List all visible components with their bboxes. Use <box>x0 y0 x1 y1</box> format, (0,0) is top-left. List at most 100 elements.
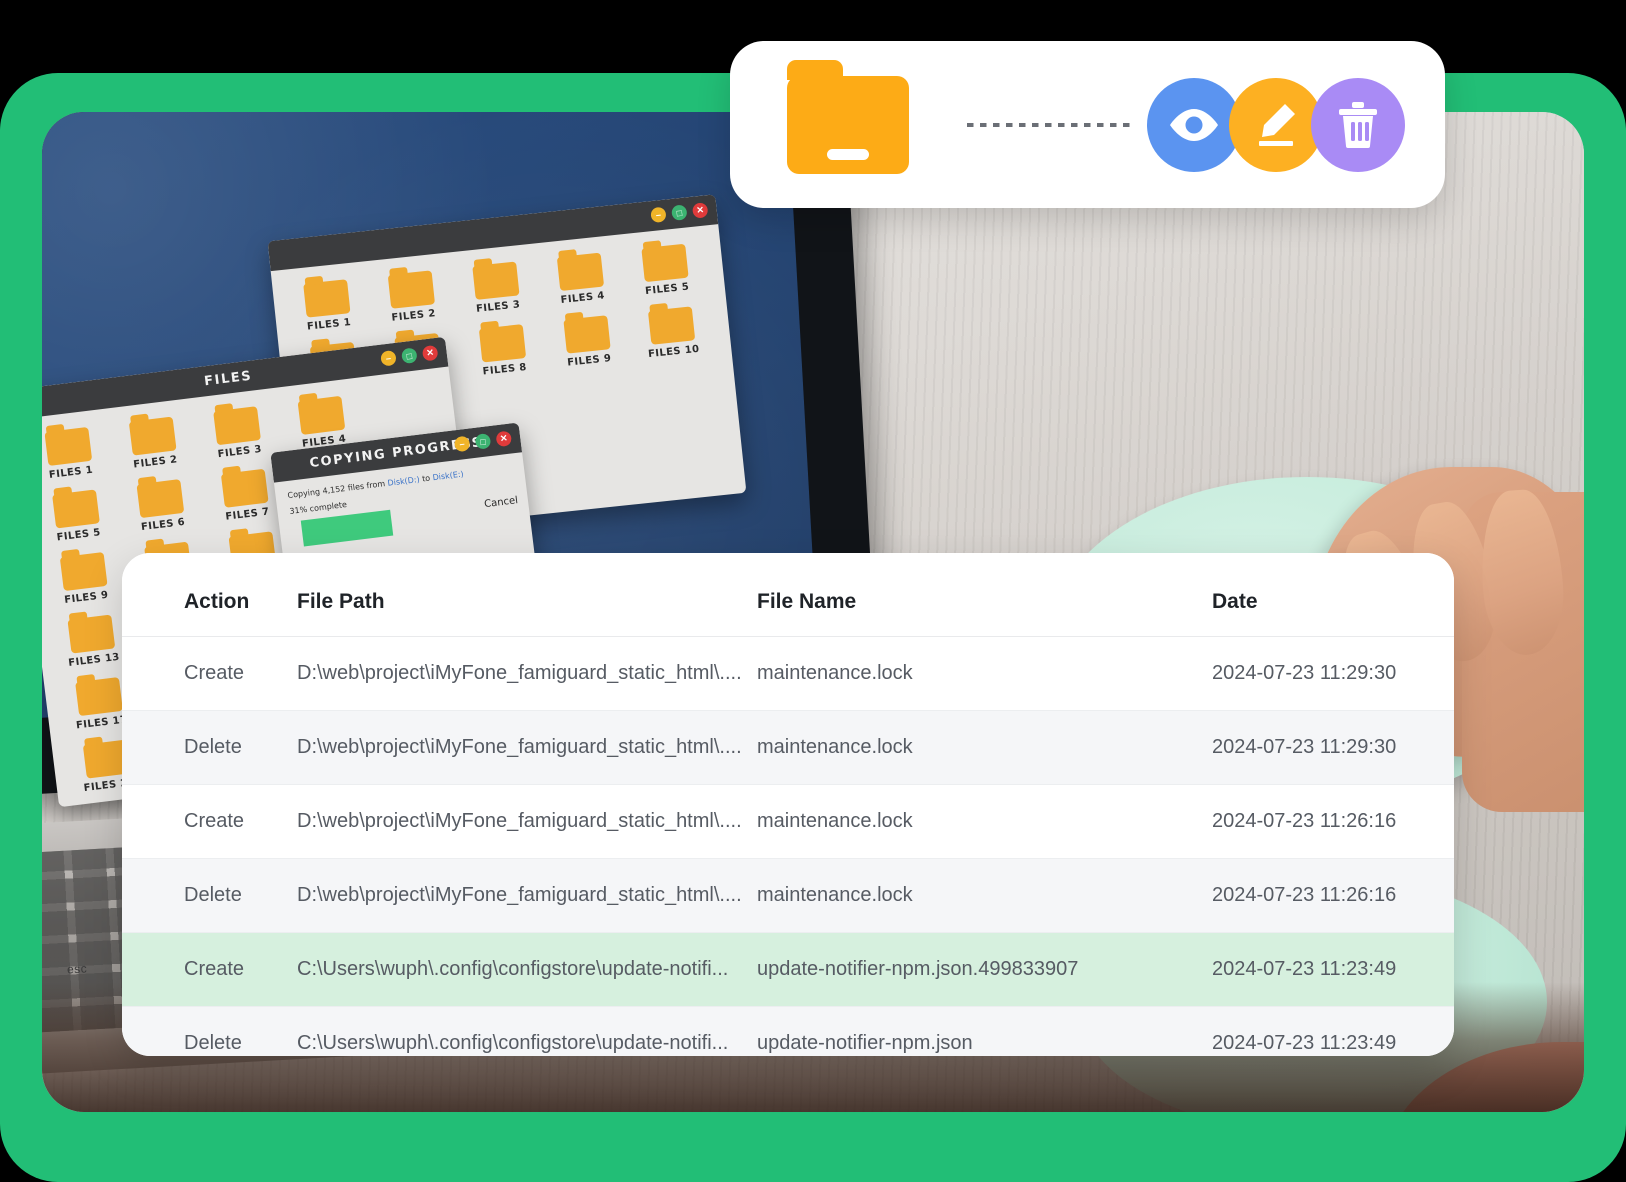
table-row[interactable]: Delete D:\web\project\iMyFone_famiguard_… <box>122 710 1454 785</box>
cell-action: Create <box>122 636 297 711</box>
folder-icon <box>297 395 345 435</box>
folder-label: FILES 8 <box>482 361 528 378</box>
source-disk-link[interactable]: Disk(D:) <box>387 475 420 488</box>
table-row[interactable]: Delete D:\web\project\iMyFone_famiguard_… <box>122 858 1454 933</box>
folder-icon <box>647 306 695 345</box>
folder-item[interactable]: FILES 1 <box>42 424 114 483</box>
close-button[interactable]: ✕ <box>691 202 709 219</box>
activity-log-card: Action File Path File Name Date Create D… <box>122 553 1454 1056</box>
cell-date: 2024-07-23 11:29:30 <box>1212 636 1454 711</box>
folder-item[interactable]: FILES 2 <box>108 414 198 473</box>
folder-label: FILES 9 <box>566 353 612 369</box>
table-head: Action File Path File Name Date <box>122 553 1454 637</box>
folder-item[interactable]: FILES 9 <box>542 313 632 371</box>
folder-item[interactable]: FILES 1 <box>282 277 372 335</box>
screenshot-stage: − □ ✕ FILES 1 FILES 2 FILES 3 FILES 4 FI… <box>0 0 1626 1182</box>
cell-date: 2024-07-23 11:26:16 <box>1212 858 1454 933</box>
folder-icon <box>556 252 604 292</box>
folder-item[interactable]: FILES 4 <box>536 251 626 309</box>
cell-file-path: C:\Users\wuph\.config\configstore\update… <box>297 932 757 1007</box>
folder-label: FILES 2 <box>391 308 437 324</box>
cell-date: 2024-07-23 11:29:30 <box>1212 710 1454 785</box>
maximize-button[interactable]: □ <box>400 347 418 365</box>
minimize-button[interactable]: − <box>650 206 667 224</box>
cell-date: 2024-07-23 11:23:49 <box>1212 932 1454 1007</box>
folder-label: FILES 7 <box>224 506 271 523</box>
folder-icon <box>135 479 184 519</box>
close-button[interactable]: ✕ <box>495 430 513 448</box>
folder-label: FILES 1 <box>48 464 94 481</box>
pencil-icon <box>1259 103 1295 146</box>
folder-icon <box>74 677 123 717</box>
cell-date: 2024-07-23 11:23:49 <box>1212 1006 1454 1056</box>
folder-item[interactable]: FILES 3 <box>192 404 282 463</box>
table-header-row: Action File Path File Name Date <box>122 553 1454 637</box>
maximize-button[interactable]: □ <box>474 433 492 450</box>
folder-item[interactable]: FILES 5 <box>620 242 710 300</box>
cell-file-path: D:\web\project\iMyFone_famiguard_static_… <box>297 784 757 859</box>
column-header-date[interactable]: Date <box>1212 553 1454 637</box>
folder-item[interactable]: FILES 3 <box>451 259 541 317</box>
cell-file-name: update-notifier-npm.json <box>757 1006 1212 1056</box>
folder-label: FILES 3 <box>217 443 263 461</box>
folder-icon <box>128 416 177 456</box>
cell-file-path: C:\Users\wuph\.config\configstore\update… <box>297 1006 757 1056</box>
cell-action: Create <box>122 932 297 1007</box>
folder-icon <box>562 315 611 354</box>
folder-icon <box>66 614 115 654</box>
column-header-action[interactable]: Action <box>122 553 297 637</box>
folder-label: FILES 5 <box>56 527 102 544</box>
folder-item[interactable]: FILES 5 <box>42 487 122 546</box>
table-row[interactable]: Create D:\web\project\iMyFone_famiguard_… <box>122 784 1454 859</box>
cell-file-path: D:\web\project\iMyFone_famiguard_static_… <box>297 636 757 711</box>
table-row[interactable]: Create D:\web\project\iMyFone_famiguard_… <box>122 636 1454 711</box>
folder-item[interactable]: FILES 10 <box>627 304 717 362</box>
activity-log-table: Action File Path File Name Date Create D… <box>122 553 1454 1056</box>
column-header-file-name[interactable]: File Name <box>757 553 1212 637</box>
close-button[interactable]: ✕ <box>421 344 439 362</box>
minimize-button[interactable]: − <box>380 349 397 367</box>
copy-message-mid: to <box>419 473 434 484</box>
folder-label: FILES 4 <box>560 290 606 306</box>
folder-icon <box>640 243 689 283</box>
window-controls[interactable]: − □ ✕ <box>380 344 439 367</box>
cell-file-path: D:\web\project\iMyFone_famiguard_static_… <box>297 858 757 933</box>
folder-item[interactable]: FILES 8 <box>458 322 548 380</box>
cell-file-name: update-notifier-npm.json.499833907 <box>757 932 1212 1007</box>
cell-file-name: maintenance.lock <box>757 858 1212 933</box>
minimize-button[interactable]: − <box>453 435 471 453</box>
folder-label: FILES 5 <box>644 281 690 298</box>
edit-button[interactable] <box>1229 77 1323 172</box>
folder-item[interactable]: FILES 2 <box>367 268 457 326</box>
folder-icon <box>302 279 351 318</box>
folder-item[interactable]: FILES 6 <box>116 477 206 536</box>
folder-label: FILES 1 <box>306 317 352 333</box>
action-button-group <box>1147 77 1405 172</box>
cell-date: 2024-07-23 11:26:16 <box>1212 784 1454 859</box>
cell-action: Create <box>122 784 297 859</box>
dashed-connector <box>967 122 1133 127</box>
folder-label: FILES 3 <box>475 299 521 315</box>
cell-file-name: maintenance.lock <box>757 636 1212 711</box>
folder-icon <box>59 552 108 592</box>
destination-disk-link[interactable]: Disk(E:) <box>432 470 464 483</box>
folder-icon <box>787 59 909 174</box>
progress-bar-fill <box>300 509 394 547</box>
folder-label: FILES 10 <box>647 343 701 361</box>
table-row[interactable]: Delete C:\Users\wuph\.config\configstore… <box>122 1006 1454 1056</box>
window-title: FILES <box>203 368 254 389</box>
file-action-toolbar <box>730 41 1445 208</box>
esc-key-label: esc <box>66 961 88 977</box>
folder-label: FILES 17 <box>75 714 129 732</box>
column-header-file-path[interactable]: File Path <box>297 553 757 637</box>
cell-action: Delete <box>122 710 297 785</box>
cell-file-name: maintenance.lock <box>757 784 1212 859</box>
table-row-highlighted[interactable]: Create C:\Users\wuph\.config\configstore… <box>122 932 1454 1007</box>
cell-action: Delete <box>122 858 297 933</box>
maximize-button[interactable]: □ <box>671 204 688 221</box>
delete-button[interactable] <box>1311 77 1405 172</box>
window-controls[interactable]: − □ ✕ <box>650 202 709 224</box>
folder-item[interactable]: FILES 9 <box>42 550 129 609</box>
cancel-button[interactable]: Cancel <box>484 495 519 510</box>
view-button[interactable] <box>1147 77 1241 172</box>
